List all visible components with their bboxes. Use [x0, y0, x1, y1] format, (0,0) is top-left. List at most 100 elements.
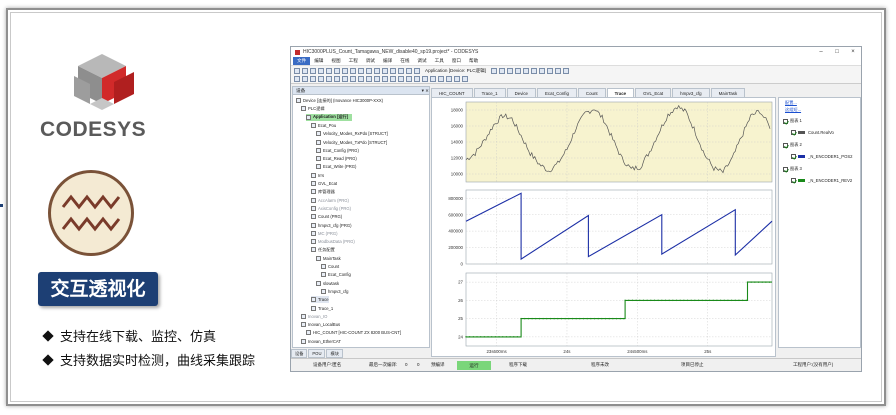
tree-item[interactable]: 库管理器: [311, 188, 335, 195]
toolbar-button-icon[interactable]: [398, 68, 404, 74]
menu-item[interactable]: 调试: [362, 57, 379, 65]
toolbar-button-icon[interactable]: [390, 76, 396, 82]
toolbar-button-icon[interactable]: [539, 68, 546, 74]
menu-item[interactable]: 调试: [413, 57, 430, 65]
config-link[interactable]: 这组短...: [785, 107, 801, 113]
chart-group-item[interactable]: 图表 3: [783, 166, 802, 172]
chart-group-item[interactable]: 图表 2: [783, 142, 802, 148]
toolbar-button-icon[interactable]: [342, 76, 348, 82]
config-link[interactable]: 配置...: [785, 100, 797, 106]
checkbox[interactable]: [791, 178, 796, 183]
menu-item[interactable]: 工程: [345, 57, 362, 65]
tree-item[interactable]: hmpv3_cfg: [321, 288, 348, 295]
menu-item[interactable]: 视图: [327, 57, 344, 65]
toolbar-button-icon[interactable]: [326, 76, 332, 82]
panel-tab[interactable]: 模块: [326, 349, 343, 358]
toolbar-button-icon[interactable]: [422, 76, 428, 82]
toolbar-button-icon[interactable]: [302, 76, 308, 82]
editor-tab[interactable]: Trace: [606, 88, 635, 97]
active-application-label[interactable]: Application [Device: PLC逻辑]: [422, 68, 489, 74]
toolbar-button-icon[interactable]: [294, 76, 300, 82]
tree-item[interactable]: PLC逻辑: [301, 105, 325, 112]
tree-item[interactable]: Irrs: [311, 172, 324, 179]
menu-item[interactable]: 在线: [396, 57, 413, 65]
toolbar-button-icon[interactable]: [454, 76, 460, 82]
panel-tab[interactable]: 设备: [291, 349, 308, 358]
editor-tab[interactable]: HIC_COUNT: [431, 88, 473, 97]
tree-item[interactable]: Inovan_IO: [301, 313, 327, 320]
tree-item[interactable]: Ecat_Config: [321, 271, 351, 278]
trace-charts[interactable]: 10000 12000 14000 16000 18000 0 200000 400000 60…: [432, 98, 777, 358]
trace-variable-item[interactable]: _N_ENCODER1_POS2: [791, 154, 852, 159]
toolbar-button-icon[interactable]: [555, 68, 562, 74]
close-button[interactable]: ×: [845, 49, 861, 55]
toolbar-button-icon[interactable]: [334, 68, 340, 74]
tree-item[interactable]: Trace: [311, 296, 329, 304]
menu-item[interactable]: 工具: [431, 57, 448, 65]
toolbar-button-icon[interactable]: [499, 68, 506, 74]
editor-tab[interactable]: Count: [577, 88, 606, 97]
toolbar-button-icon[interactable]: [462, 76, 468, 82]
toolbar-button-icon[interactable]: [318, 68, 324, 74]
tree-item[interactable]: HIC_COUNT [HIC-COUNT ZX 8200 BUS-CNT]: [306, 329, 401, 336]
toolbar-button-icon[interactable]: [382, 68, 388, 74]
tree-item[interactable]: 任务配置: [311, 246, 335, 253]
toolbar-button-icon[interactable]: [430, 76, 436, 82]
toolbar-button-icon[interactable]: [374, 68, 380, 74]
tree-item[interactable]: Velocity_Modes_RxPdo [STRUCT]: [316, 130, 388, 137]
toolbar-button-icon[interactable]: [366, 76, 372, 82]
tree-item[interactable]: Velocity_Modes_TxPdo [STRUCT]: [316, 139, 387, 146]
editor-tab[interactable]: Trace_1: [473, 88, 506, 97]
toolbar-button-icon[interactable]: [446, 76, 452, 82]
editor-tab[interactable]: Ecat_Config: [537, 88, 577, 97]
tree-item[interactable]: ModbusData (PRG): [311, 238, 355, 245]
menu-item[interactable]: 编辑: [310, 57, 327, 65]
editor-tab[interactable]: GVL_Ecat: [635, 88, 672, 97]
editor-tab[interactable]: Device: [506, 88, 536, 97]
toolbar-button-icon[interactable]: [382, 76, 388, 82]
toolbar-button-icon[interactable]: [438, 76, 444, 82]
toolbar-button-icon[interactable]: [350, 68, 356, 74]
tree-item[interactable]: GVL_Ecat: [311, 180, 337, 187]
toolbar-button-icon[interactable]: [390, 68, 396, 74]
tree-item[interactable]: AccAlarm (PRG): [311, 197, 349, 204]
toolbar-button-icon[interactable]: [334, 76, 340, 82]
toolbar-button-icon[interactable]: [406, 68, 412, 74]
tree-item[interactable]: hmpv3_cfg (PRG): [311, 222, 352, 229]
checkbox[interactable]: [783, 166, 788, 172]
editor-tab[interactable]: MainTask: [710, 88, 746, 97]
tree-item[interactable]: Ecat_Config (PRG): [316, 147, 359, 154]
tree-item[interactable]: Count (PRG): [311, 213, 342, 220]
toolbar-button-icon[interactable]: [310, 68, 316, 74]
tree-item[interactable]: Application [运行]: [306, 113, 353, 121]
tree-item[interactable]: Inovan_EtherCAT: [301, 338, 341, 345]
tree-item[interactable]: AxisConfig (PRG): [311, 205, 351, 212]
minimize-button[interactable]: –: [813, 49, 829, 55]
toolbar-button-icon[interactable]: [507, 68, 514, 74]
trace-variable-item[interactable]: _N_ENCODER1_REV2: [791, 178, 852, 183]
toolbar-button-icon[interactable]: [294, 68, 300, 74]
toolbar-button-icon[interactable]: [414, 68, 420, 74]
tree-item[interactable]: MC (PRG): [311, 230, 338, 237]
panel-tab[interactable]: POU: [308, 349, 326, 358]
toolbar-button-icon[interactable]: [310, 76, 316, 82]
toolbar-button-icon[interactable]: [398, 76, 404, 82]
toolbar-button-icon[interactable]: [326, 68, 332, 74]
tree-item[interactable]: Trace_1: [311, 305, 333, 312]
tree-item[interactable]: Device [连接的] (Inovance HIC3000P-XXX): [296, 97, 383, 104]
chart-group-item[interactable]: 图表 1: [783, 118, 802, 124]
tree-item[interactable]: Count: [321, 263, 339, 270]
toolbar-button-icon[interactable]: [547, 68, 554, 74]
toolbar-button-icon[interactable]: [523, 68, 530, 74]
tree-item[interactable]: Ecat_Write (PRG): [316, 163, 356, 170]
editor-tab[interactable]: hmpv3_cfg: [672, 88, 710, 97]
toolbar-button-icon[interactable]: [318, 76, 324, 82]
menu-item[interactable]: 文件: [293, 57, 311, 65]
tree-item[interactable]: Inovan_LocalBus: [301, 321, 340, 328]
toolbar-button-icon[interactable]: [531, 68, 538, 74]
panel-pin-icon[interactable]: ▾ ⨯: [422, 87, 429, 94]
trace-variable-item[interactable]: Count.RealVo: [791, 130, 834, 135]
toolbar-button-icon[interactable]: [302, 68, 308, 74]
tree-item[interactable]: Ecat_Read (PRG): [316, 155, 357, 162]
menu-item[interactable]: 编译: [379, 57, 396, 65]
